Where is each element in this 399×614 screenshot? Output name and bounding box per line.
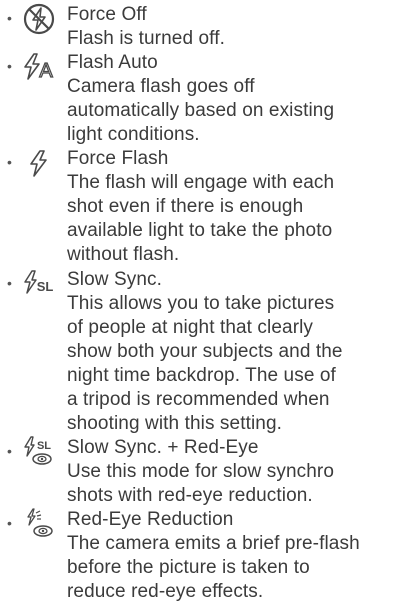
item-title: Force Flash <box>67 148 169 169</box>
bullet: • <box>7 275 12 291</box>
item-desc-line: Camera flash goes off <box>67 76 255 97</box>
item-desc-line: before the picture is taken to <box>67 557 310 578</box>
item-desc-line: shots with red-eye reduction. <box>67 485 313 506</box>
item-text: Flash Auto Camera flash goes off automat… <box>67 51 397 147</box>
item-desc-line: automatically based on existing <box>67 100 335 121</box>
item-text: Force Off Flash is turned off. <box>67 3 397 51</box>
item-desc-line: The flash will engage with each <box>67 172 335 193</box>
item-desc-line: shot even if there is enough <box>67 196 304 217</box>
slow-sync-red-eye-icon: SL <box>22 435 56 469</box>
item-desc-line: The camera emits a brief pre-flash <box>67 533 360 554</box>
item-text: Slow Sync. This allows you to take pictu… <box>67 268 397 436</box>
item-desc-line: night time backdrop. The use of <box>67 365 336 386</box>
flash-off-icon <box>22 2 56 36</box>
item-desc-line: available light to take the photo <box>67 220 333 241</box>
item-desc-line: without flash. <box>67 244 180 265</box>
item-desc-line: light conditions. <box>67 124 200 145</box>
item-desc-line: Flash is turned off. <box>67 28 225 49</box>
item-title: Flash Auto <box>67 52 158 73</box>
item-desc-line: Use this mode for slow synchro <box>67 461 334 482</box>
bullet: • <box>7 58 12 74</box>
flash-auto-icon: A <box>22 50 56 84</box>
item-title: Force Off <box>67 4 147 25</box>
item-desc-line: of people at night that clearly <box>67 317 314 338</box>
force-flash-icon <box>22 146 56 180</box>
item-desc-line: reduce red-eye effects. <box>67 581 264 602</box>
bullet: • <box>7 10 12 26</box>
item-desc-line: a tripod is recommended when <box>67 389 330 410</box>
bullet: • <box>7 443 12 459</box>
slow-sync-label: SL <box>37 440 51 452</box>
item-title: Red-Eye Reduction <box>67 509 234 530</box>
slow-sync-label: SL <box>37 279 54 294</box>
item-text: Force Flash The flash will engage with e… <box>67 147 397 267</box>
item-text: Slow Sync. + Red-Eye Use this mode for s… <box>67 436 397 508</box>
bullet: • <box>7 515 12 531</box>
item-desc-line: This allows you to take pictures <box>67 293 335 314</box>
auto-letter: A <box>39 60 53 82</box>
slow-sync-icon: SL <box>22 267 56 301</box>
bullet: • <box>7 154 12 170</box>
item-text: Red-Eye Reduction The camera emits a bri… <box>67 508 397 604</box>
red-eye-reduction-icon <box>22 507 56 541</box>
item-desc-line: show both your subjects and the <box>67 341 343 362</box>
item-desc-line: shooting with this setting. <box>67 413 282 434</box>
item-title: Slow Sync. + Red-Eye <box>67 437 259 458</box>
item-title: Slow Sync. <box>67 269 162 290</box>
